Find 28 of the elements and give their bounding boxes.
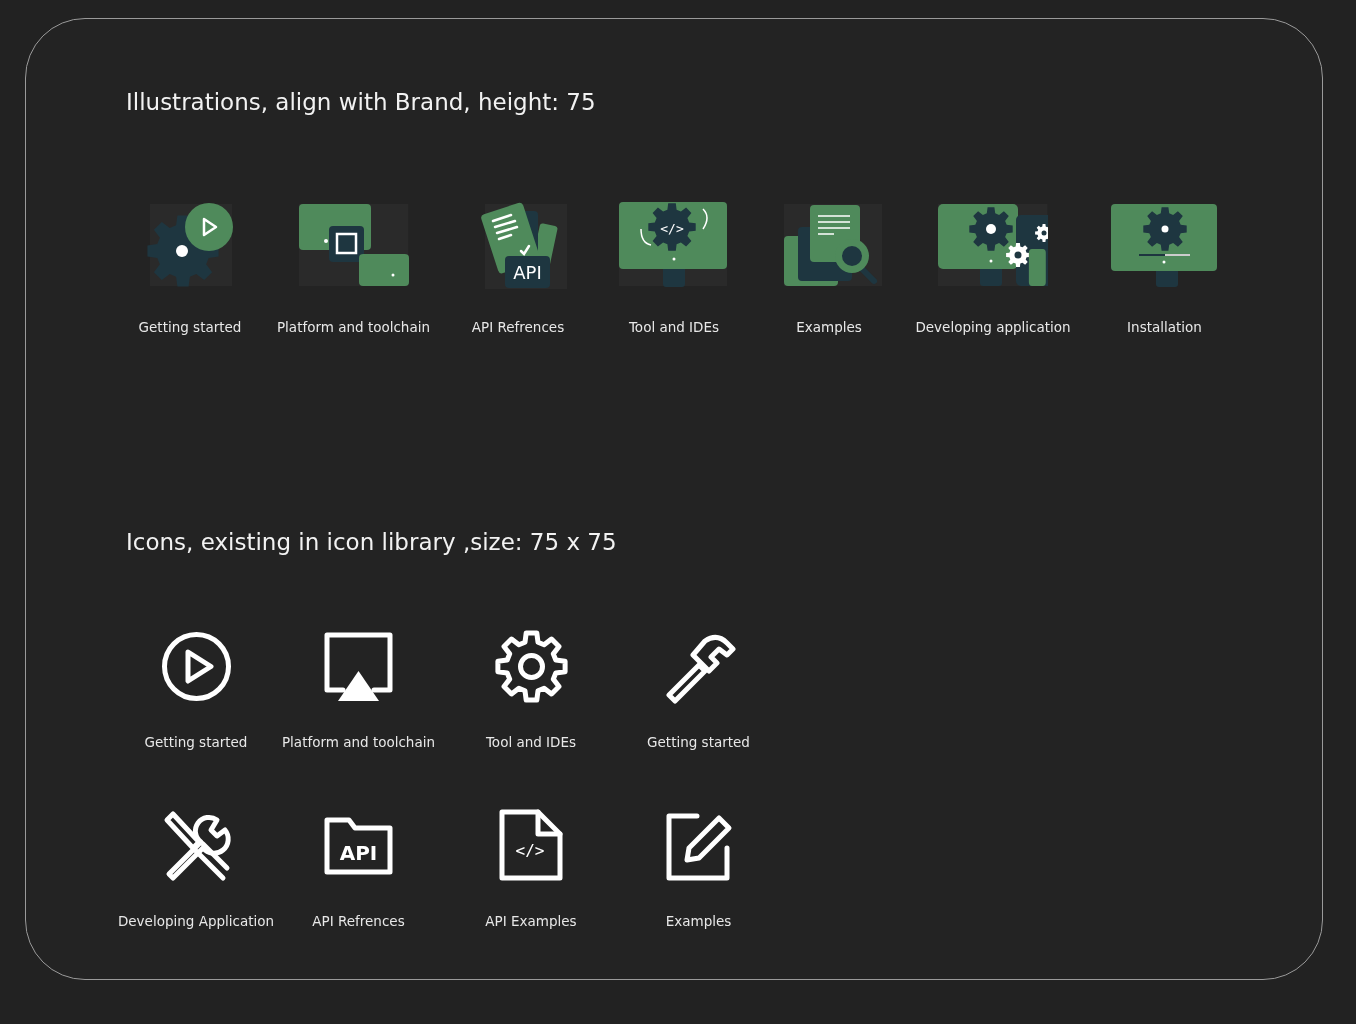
item-label: Platform and toolchain bbox=[276, 319, 430, 335]
tools-icon bbox=[164, 811, 231, 881]
item-label: Developing Application bbox=[117, 913, 275, 929]
item-label: API Refrences bbox=[312, 913, 405, 929]
settings-icon bbox=[494, 630, 568, 703]
item-label: Getting started bbox=[647, 734, 750, 750]
folder-icon bbox=[324, 817, 393, 875]
item-label: Examples bbox=[796, 319, 862, 335]
item-label: Platform and toolchain bbox=[281, 734, 435, 750]
code-label: </> bbox=[660, 221, 684, 236]
edit-icon bbox=[666, 813, 732, 881]
api-label: API bbox=[339, 841, 378, 865]
item-label: Installation bbox=[1127, 319, 1202, 335]
item-label: Examples bbox=[665, 913, 732, 929]
item-label: Getting started bbox=[144, 734, 248, 750]
item-label: API Refrences bbox=[471, 319, 565, 335]
section-title: Illustrations, align with Brand, height: 75 bbox=[126, 89, 597, 117]
screen-cast-icon bbox=[324, 632, 393, 701]
item-label: Tool and IDEs bbox=[628, 319, 720, 335]
api-label: API bbox=[513, 262, 542, 283]
item-label: Developing application bbox=[915, 319, 1071, 335]
item-label: API Examples bbox=[485, 913, 577, 929]
item-label: Tool and IDEs bbox=[485, 734, 577, 750]
item-label: Getting started bbox=[138, 319, 242, 335]
code-label: </> bbox=[515, 841, 544, 860]
play-icon bbox=[161, 632, 231, 701]
file-icon bbox=[499, 809, 562, 881]
section-title: Icons, existing in icon library ,size: 75 x 75 bbox=[126, 529, 618, 557]
